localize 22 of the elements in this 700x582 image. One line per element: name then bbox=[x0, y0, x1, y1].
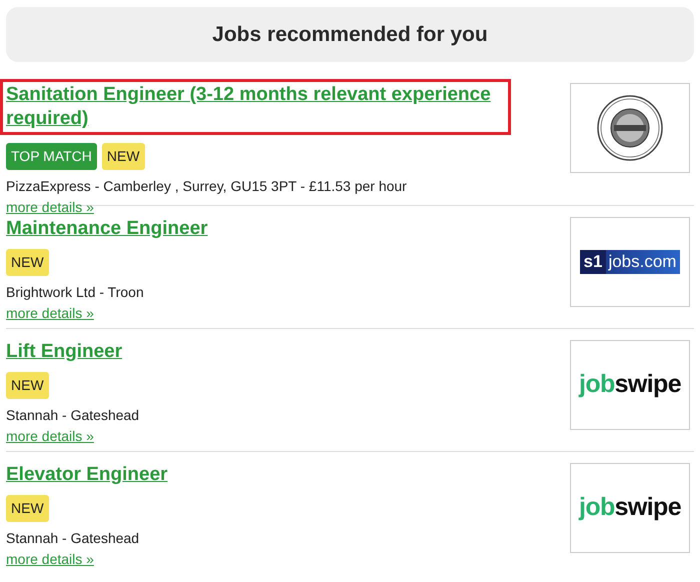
section-title: Jobs recommended for you bbox=[212, 22, 488, 48]
new-badge: NEW bbox=[102, 143, 145, 170]
job-details: PizzaExpress - Camberley , Surrey, GU15 3PT - £11.53 per hour bbox=[6, 177, 407, 196]
job-title-link[interactable]: Sanitation Engineer (3-12 months relevant experience required) bbox=[0, 79, 511, 135]
new-badge: NEW bbox=[6, 495, 49, 522]
more-details-link[interactable]: more details » bbox=[6, 426, 94, 447]
job-title-link[interactable]: Elevator Engineer bbox=[6, 463, 506, 487]
jobswipe-logo: jobswipe bbox=[579, 492, 681, 524]
more-details-link[interactable]: more details » bbox=[6, 549, 94, 570]
new-badge: NEW bbox=[6, 372, 49, 399]
jobswipe-logo: jobswipe bbox=[579, 369, 681, 400]
job-title-link[interactable]: Maintenance Engineer bbox=[6, 217, 506, 241]
s1jobs-logo: s1 jobs.com bbox=[580, 250, 680, 274]
new-badge: NEW bbox=[6, 249, 49, 276]
job-details: Brightwork Ltd - Troon bbox=[6, 283, 144, 302]
seal-logo bbox=[596, 94, 664, 162]
more-details-link[interactable]: more details » bbox=[6, 197, 94, 218]
job-details: Stannah - Gateshead bbox=[6, 406, 140, 425]
job-details: Stannah - Gateshead bbox=[6, 529, 140, 548]
more-details-link[interactable]: more details » bbox=[6, 303, 94, 324]
job-title-link[interactable]: Lift Engineer bbox=[6, 340, 506, 364]
top-match-badge: TOP MATCH bbox=[6, 143, 97, 170]
